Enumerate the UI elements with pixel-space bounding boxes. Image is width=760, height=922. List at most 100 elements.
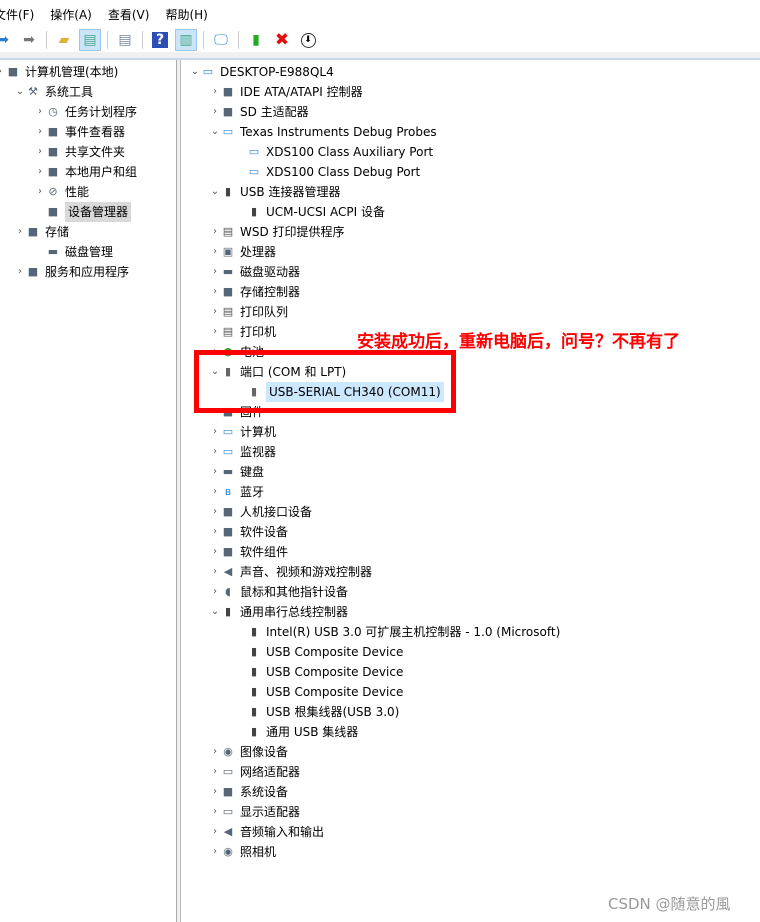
device-tree-item[interactable]: › ▤ 打印队列 [209,302,288,322]
device-tree-item[interactable]: › ■ SD 主适配器 [209,102,309,122]
chevron-right-icon[interactable]: › [209,782,221,802]
chevron-right-icon[interactable]: › [209,822,221,842]
cpu-icon: ▣ [222,245,234,258]
device-tree-item[interactable]: › ▭ 网络适配器 [209,762,300,782]
console-tree-item[interactable]: ▬ 磁盘管理 [34,242,113,262]
chevron-right-icon[interactable]: › [209,222,221,242]
device-tree-item[interactable]: › ◉ 图像设备 [209,742,288,762]
properties-icon[interactable]: ▤ [114,29,136,51]
chevron-right-icon[interactable]: › [209,462,221,482]
chevron-right-icon[interactable]: › [209,802,221,822]
update-driver-icon[interactable]: ▮ [245,29,267,51]
device-tree-item[interactable]: › ■ 软件设备 [209,522,288,542]
back-icon[interactable]: ➡ [0,29,14,51]
help-icon[interactable]: ? [149,29,171,51]
menu-view[interactable]: 查看(V) [100,6,158,23]
chevron-down-icon[interactable]: ⌄ [209,182,221,202]
device-tree-item[interactable]: ▮ USB Composite Device [247,662,403,682]
chevron-right-icon[interactable]: › [209,502,221,522]
chevron-right-icon[interactable]: › [34,142,46,162]
console-tree-item[interactable]: ⌄ ⚒ 系统工具 [14,82,93,102]
chevron-right-icon[interactable]: › [34,122,46,142]
console-tree-item[interactable]: ■ 设备管理器 [34,202,132,222]
device-tree-item[interactable]: › ■ IDE ATA/ATAPI 控制器 [209,82,363,102]
chevron-right-icon[interactable]: › [209,102,221,122]
device-tree-item[interactable]: › ▬ 磁盘驱动器 [209,262,300,282]
device-tree-item[interactable]: › ▤ 打印机 [209,322,276,342]
device-tree-item[interactable]: › ▣ 处理器 [209,242,276,262]
console-tree-item[interactable]: › ⊘ 性能 [34,182,89,202]
chevron-right-icon[interactable]: › [209,762,221,782]
device-tree-item[interactable]: ▮ USB Composite Device [247,682,403,702]
chevron-down-icon[interactable]: ⌄ [209,602,221,622]
console-tree-item[interactable]: › ■ 存储 [14,222,69,242]
device-tree-item[interactable]: › ▬ 键盘 [209,462,264,482]
device-tree-item[interactable]: ▮ USB Composite Device [247,642,403,662]
chevron-right-icon[interactable]: › [34,102,46,122]
chevron-right-icon[interactable]: › [209,582,221,602]
device-tree-item[interactable]: ▮ 通用 USB 集线器 [247,722,358,742]
device-tree-item[interactable]: › ▤ WSD 打印提供程序 [209,222,345,242]
device-tree-item[interactable]: ⌄ ▮ 通用串行总线控制器 [209,602,348,622]
up-folder-icon[interactable]: ▰ [53,29,75,51]
chevron-right-icon[interactable]: › [209,522,221,542]
device-tree-item[interactable]: › ◉ 照相机 [209,842,276,862]
header-strip [0,52,760,60]
device-tree-item[interactable]: ⌄ ▭ DESKTOP-E988QL4 [189,62,334,82]
console-tree-item[interactable]: › ■ 服务和应用程序 [14,262,129,282]
console-tree-item[interactable]: › ■ 事件查看器 [34,122,125,142]
device-tree-item[interactable]: ▭ XDS100 Class Debug Port [247,162,420,182]
chevron-right-icon[interactable]: › [209,242,221,262]
chevron-right-icon[interactable]: › [14,222,26,242]
console-tree-item[interactable]: › ■ 共享文件夹 [34,142,125,162]
console-tree-item[interactable]: › ◷ 任务计划程序 [34,102,137,122]
device-tree-item[interactable]: › ◖ 鼠标和其他指针设备 [209,582,348,602]
chevron-right-icon[interactable]: › [209,302,221,322]
action-pane-icon[interactable]: ▥ [175,29,197,51]
device-tree-item[interactable]: › ■ 软件组件 [209,542,288,562]
forward-icon[interactable]: ➡ [18,29,40,51]
disable-icon[interactable]: ⬇ [297,29,319,51]
chevron-right-icon[interactable]: › [209,442,221,462]
device-tree-item[interactable]: › ◀ 音频输入和输出 [209,822,324,842]
chevron-right-icon[interactable]: › [14,262,26,282]
chevron-right-icon[interactable]: › [209,482,221,502]
show-hide-tree-icon[interactable]: ▤ [79,29,101,51]
device-tree-item[interactable]: › ■ 人机接口设备 [209,502,312,522]
device-tree-item[interactable]: ▮ UCM-UCSI ACPI 设备 [247,202,385,222]
device-tree-item[interactable]: › ▭ 监视器 [209,442,276,462]
chevron-right-icon[interactable]: › [209,742,221,762]
device-tree-item[interactable]: › ʙ 蓝牙 [209,482,264,502]
uninstall-icon[interactable]: ✖ [271,29,293,51]
device-tree-item[interactable]: › ■ 存储控制器 [209,282,300,302]
chevron-right-icon[interactable]: › [209,262,221,282]
chevron-down-icon[interactable]: ⌄ [189,62,201,82]
chevron-down-icon[interactable]: ⌄ [14,82,26,102]
chevron-right-icon[interactable]: › [209,422,221,442]
menu-file[interactable]: 文件(F) [0,6,42,23]
device-tree-item[interactable]: ⌄ ▮ USB 连接器管理器 [209,182,341,202]
console-tree-item[interactable]: › ■ 本地用户和组 [34,162,137,182]
device-tree-item[interactable]: › ◀ 声音、视频和游戏控制器 [209,562,372,582]
menu-action[interactable]: 操作(A) [42,6,100,23]
chevron-right-icon[interactable]: › [34,162,46,182]
chevron-right-icon[interactable]: › [209,82,221,102]
device-tree-item[interactable]: › ▭ 计算机 [209,422,276,442]
chevron-right-icon[interactable]: › [34,182,46,202]
scan-hardware-icon[interactable]: 🖵 [210,29,232,51]
device-tree-item[interactable]: › ▭ 显示适配器 [209,802,300,822]
chevron-right-icon[interactable]: › [209,282,221,302]
device-tree-item[interactable]: ⌄ ▭ Texas Instruments Debug Probes [209,122,437,142]
device-tree-item[interactable]: › ■ 系统设备 [209,782,288,802]
chevron-right-icon[interactable]: › [209,542,221,562]
chevron-down-icon[interactable]: ⌄ [209,122,221,142]
device-tree-item[interactable]: ▭ XDS100 Class Auxiliary Port [247,142,433,162]
computer-icon: ▭ [202,65,214,78]
chevron-right-icon[interactable]: › [209,562,221,582]
console-tree-item[interactable]: ›■计算机管理(本地) [0,62,118,82]
chevron-right-icon[interactable]: › [209,842,221,862]
menu-help[interactable]: 帮助(H) [157,6,215,23]
device-tree-item[interactable]: ▮ Intel(R) USB 3.0 可扩展主机控制器 - 1.0 (Micros… [247,622,560,642]
chevron-right-icon[interactable]: › [209,322,221,342]
device-tree-item[interactable]: ▮ USB 根集线器(USB 3.0) [247,702,399,722]
